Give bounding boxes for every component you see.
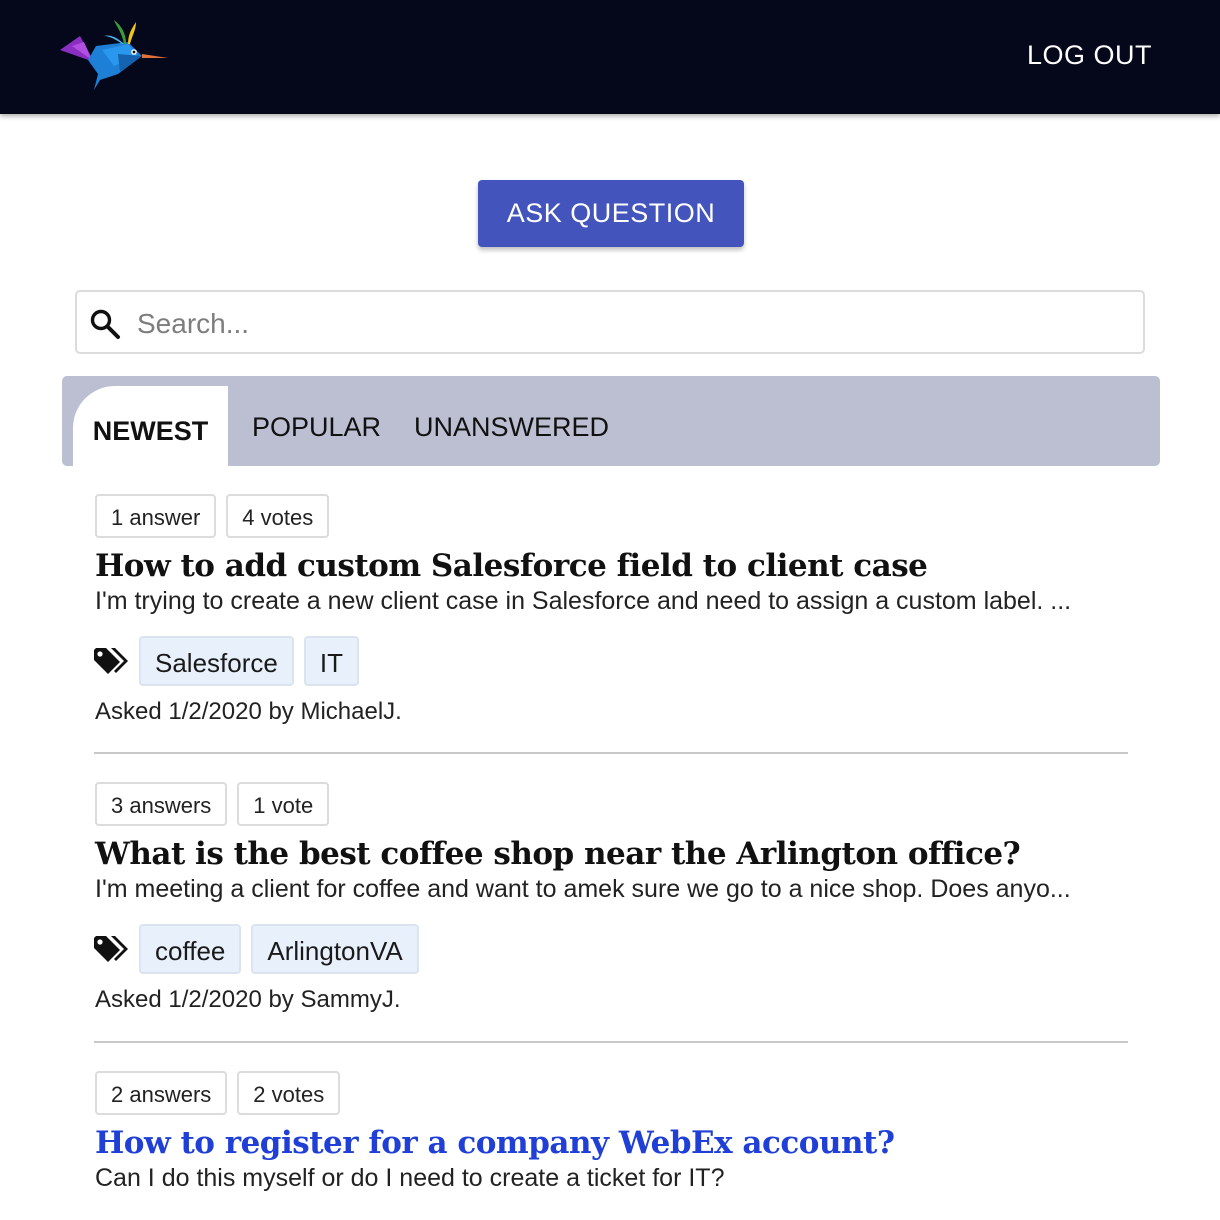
question-item: 1 answer 4 votes How to add custom Salesf…: [94, 494, 1127, 726]
question-item: 3 answers 1 vote What is the best coffee …: [94, 782, 1127, 1014]
asked-info: Asked 1/2/2020 by MichaelJ.: [95, 698, 402, 725]
tag-chip[interactable]: coffee: [139, 924, 242, 974]
bird-logo-icon[interactable]: [58, 16, 170, 92]
tab-newest[interactable]: NEWEST: [73, 386, 228, 466]
tag-list: coffee ArlingtonVA: [139, 924, 429, 974]
question-excerpt: I'm trying to create a new client case i…: [95, 587, 1072, 615]
question-stats: 1 answer 4 votes: [95, 494, 1127, 538]
votes-count: 1 vote: [237, 782, 330, 826]
tag-row: coffee ArlingtonVA: [94, 924, 1127, 974]
tab-popular[interactable]: POPULAR: [252, 386, 381, 466]
answers-count: 2 answers: [95, 1071, 228, 1115]
answers-count: 3 answers: [95, 782, 228, 826]
question-title-link[interactable]: How to register for a company WebEx acco…: [95, 1123, 1127, 1163]
tag-chip[interactable]: Salesforce: [139, 636, 294, 686]
tags-icon: [94, 648, 128, 674]
question-title[interactable]: How to add custom Salesforce field to cl…: [95, 546, 1127, 586]
question-excerpt: I'm meeting a client for coffee and want…: [95, 875, 1071, 903]
question-excerpt: Can I do this myself or do I need to cre…: [95, 1164, 725, 1192]
answers-count: 1 answer: [95, 494, 217, 538]
question-item: 2 answers 2 votes How to register for a c…: [95, 1071, 1127, 1193]
search-icon: [90, 309, 120, 339]
question-title[interactable]: What is the best coffee shop near the Ar…: [95, 834, 1127, 874]
votes-count: 2 votes: [237, 1071, 341, 1115]
question-stats: 3 answers 1 vote: [95, 782, 1127, 826]
tags-icon: [94, 936, 128, 962]
sort-tabs: NEWEST POPULAR UNANSWERED: [62, 376, 1160, 466]
tab-unanswered[interactable]: UNANSWERED: [414, 386, 609, 466]
asked-info: Asked 1/2/2020 by SammyJ.: [95, 986, 401, 1013]
tag-chip[interactable]: ArlingtonVA: [251, 924, 419, 974]
search-box: [75, 290, 1145, 354]
tag-list: Salesforce IT: [139, 636, 369, 686]
search-input[interactable]: [135, 300, 1129, 348]
ask-question-button[interactable]: ASK QUESTION: [478, 180, 744, 247]
tag-chip[interactable]: IT: [303, 636, 359, 686]
divider: [94, 752, 1128, 754]
tag-row: Salesforce IT: [94, 636, 1127, 686]
votes-count: 4 votes: [226, 494, 330, 538]
logout-button[interactable]: LOG OUT: [1027, 40, 1152, 71]
top-app-bar: LOG OUT: [0, 0, 1220, 114]
divider: [94, 1041, 1128, 1043]
question-stats: 2 answers 2 votes: [95, 1071, 1127, 1115]
